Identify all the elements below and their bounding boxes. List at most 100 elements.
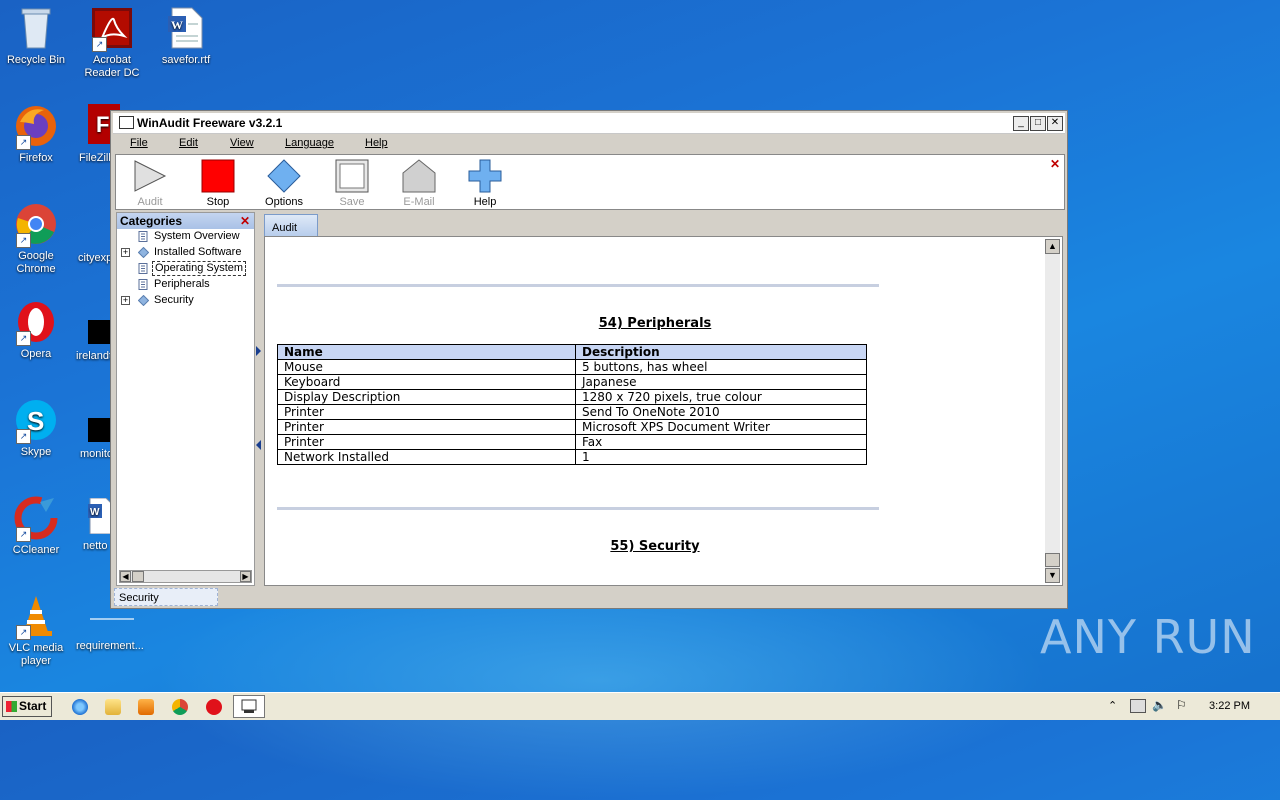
- shortcut-arrow-icon: ↗: [16, 331, 31, 346]
- cell-name: Printer: [277, 404, 576, 420]
- file-icon-partial: [90, 618, 134, 620]
- table-row: Printer Send To OneNote 2010: [277, 404, 867, 420]
- cell-description: Send To OneNote 2010: [575, 404, 867, 420]
- cell-description: Microsoft XPS Document Writer: [575, 419, 867, 435]
- cell-description: Fax: [575, 434, 867, 450]
- stop-icon: [201, 159, 235, 193]
- categories-header: Categories ✕: [117, 213, 254, 229]
- windows-logo-icon: [6, 701, 17, 712]
- cell-description: 1: [575, 449, 867, 465]
- maximize-button[interactable]: □: [1030, 116, 1046, 131]
- shortcut-arrow-icon: ↗: [16, 527, 31, 542]
- splitter-collapse-icon[interactable]: [256, 440, 261, 450]
- options-button[interactable]: Options: [254, 159, 314, 208]
- menu-language[interactable]: Language: [285, 137, 334, 149]
- taskbar-winaudit-button[interactable]: [233, 695, 265, 718]
- scroll-down-icon[interactable]: ▼: [1045, 568, 1060, 583]
- title-bar[interactable]: WinAudit Freeware v3.2.1 _ □ ✕: [113, 113, 1065, 134]
- menu-view[interactable]: View: [230, 137, 254, 149]
- menu-edit[interactable]: Edit: [179, 137, 198, 149]
- table-header-row: Name Description: [277, 344, 867, 360]
- winaudit-window: WinAudit Freeware v3.2.1 _ □ ✕ File Edit…: [110, 110, 1068, 609]
- menu-help[interactable]: Help: [365, 137, 388, 149]
- table-row: Mouse 5 buttons, has wheel: [277, 359, 867, 375]
- desktop-icon-skype[interactable]: S ↗ Skype: [0, 398, 72, 459]
- save-button[interactable]: Save: [322, 159, 382, 208]
- svg-text:W: W: [171, 18, 183, 32]
- opera-icon[interactable]: [206, 699, 222, 715]
- show-hidden-icons-icon[interactable]: ⌃: [1108, 699, 1117, 712]
- menu-file[interactable]: File: [130, 137, 148, 149]
- expand-plus-icon[interactable]: +: [121, 248, 130, 257]
- clock[interactable]: 3:22 PM: [1209, 700, 1250, 712]
- section-divider: [277, 507, 879, 510]
- shortcut-arrow-icon: ↗: [16, 625, 31, 640]
- section-title-security: 55) Security: [610, 539, 700, 554]
- close-button[interactable]: ✕: [1047, 116, 1063, 131]
- desktop-icon-vlc[interactable]: ↗ VLC media player: [0, 594, 72, 668]
- media-player-icon[interactable]: [138, 699, 154, 715]
- desktop-icon-monito[interactable]: monito: [74, 418, 114, 461]
- cell-name: Mouse: [277, 359, 576, 375]
- svg-text:W: W: [90, 507, 100, 518]
- app-icon: [119, 116, 134, 129]
- acrobat-icon: ↗: [90, 6, 134, 52]
- cell-name: Keyboard: [277, 374, 576, 390]
- system-tray: ⌃ 🔈 ⚐ 3:22 PM: [1102, 695, 1280, 719]
- desktop-icon-requirements[interactable]: requirement...: [74, 618, 154, 653]
- cell-description: Japanese: [575, 374, 867, 390]
- email-button[interactable]: E-Mail: [389, 159, 449, 208]
- categories-horizontal-scrollbar[interactable]: ◀ ▶: [119, 570, 252, 583]
- scroll-thumb[interactable]: [1045, 553, 1060, 567]
- document-icon: [138, 263, 148, 279]
- chrome-icon[interactable]: [172, 699, 188, 715]
- desktop-icon-savefor[interactable]: W savefor.rtf: [150, 6, 222, 67]
- cell-name: Printer: [277, 419, 576, 435]
- vlc-cone-icon: ↗: [14, 594, 58, 640]
- report-vertical-scrollbar[interactable]: ▲ ▼: [1045, 239, 1060, 583]
- scroll-thumb[interactable]: [132, 571, 144, 582]
- categories-close-icon[interactable]: ✕: [240, 213, 250, 229]
- table-row: Printer Fax: [277, 434, 867, 450]
- play-icon: [133, 159, 167, 193]
- tab-audit[interactable]: Audit: [264, 214, 318, 236]
- desktop-icon-cityexp[interactable]: cityexp: [74, 252, 114, 265]
- desktop-icon-opera[interactable]: ↗ Opera: [0, 300, 72, 361]
- cell-name: Network Installed: [277, 449, 576, 465]
- cell-description: 5 buttons, has wheel: [575, 359, 867, 375]
- toolbar-close-icon[interactable]: ✕: [1050, 157, 1060, 171]
- taskbar: Start ⌃ 🔈 ⚐ 3:22 PM: [0, 692, 1280, 720]
- scroll-up-icon[interactable]: ▲: [1045, 239, 1060, 254]
- column-header-name: Name: [277, 344, 576, 360]
- shortcut-arrow-icon: ↗: [16, 429, 31, 444]
- internet-explorer-icon[interactable]: [72, 699, 88, 715]
- volume-icon[interactable]: 🔈: [1152, 698, 1167, 712]
- expand-plus-icon[interactable]: +: [121, 296, 130, 305]
- scroll-left-icon[interactable]: ◀: [120, 571, 131, 582]
- ccleaner-icon: ↗: [14, 496, 58, 542]
- cell-name: Display Description: [277, 389, 576, 405]
- action-center-flag-icon[interactable]: ⚐: [1176, 698, 1187, 712]
- menu-bar: File Edit View Language Help: [113, 134, 1065, 154]
- desktop-icon-chrome[interactable]: ↗ Google Chrome: [0, 202, 72, 276]
- desktop-icon-acrobat[interactable]: ↗ Acrobat Reader DC: [76, 6, 148, 80]
- start-button[interactable]: Start: [2, 696, 52, 717]
- desktop-icon-recycle-bin[interactable]: Recycle Bin: [0, 6, 72, 67]
- splitter-expand-icon[interactable]: [256, 346, 261, 356]
- minimize-button[interactable]: _: [1013, 116, 1029, 131]
- save-icon: [335, 159, 369, 193]
- scroll-right-icon[interactable]: ▶: [240, 571, 251, 582]
- audit-button[interactable]: Audit: [120, 159, 180, 208]
- desktop-icon-ccleaner[interactable]: ↗ CCleaner: [0, 496, 72, 557]
- help-button[interactable]: Help: [455, 159, 515, 208]
- desktop-icon-irelandt[interactable]: irelandt: [74, 320, 114, 363]
- network-icon[interactable]: [1130, 699, 1146, 713]
- plus-icon: [468, 159, 502, 193]
- black-file-icon: [88, 320, 110, 344]
- stop-button[interactable]: Stop: [188, 159, 248, 208]
- table-row: Display Description 1280 x 720 pixels, tr…: [277, 389, 867, 405]
- desktop-icon-netto[interactable]: W netto: [74, 497, 115, 553]
- desktop-icon-firefox[interactable]: ↗ Firefox: [0, 104, 72, 165]
- anyrun-watermark: ANY RUN: [1040, 610, 1256, 664]
- file-explorer-icon[interactable]: [105, 699, 121, 715]
